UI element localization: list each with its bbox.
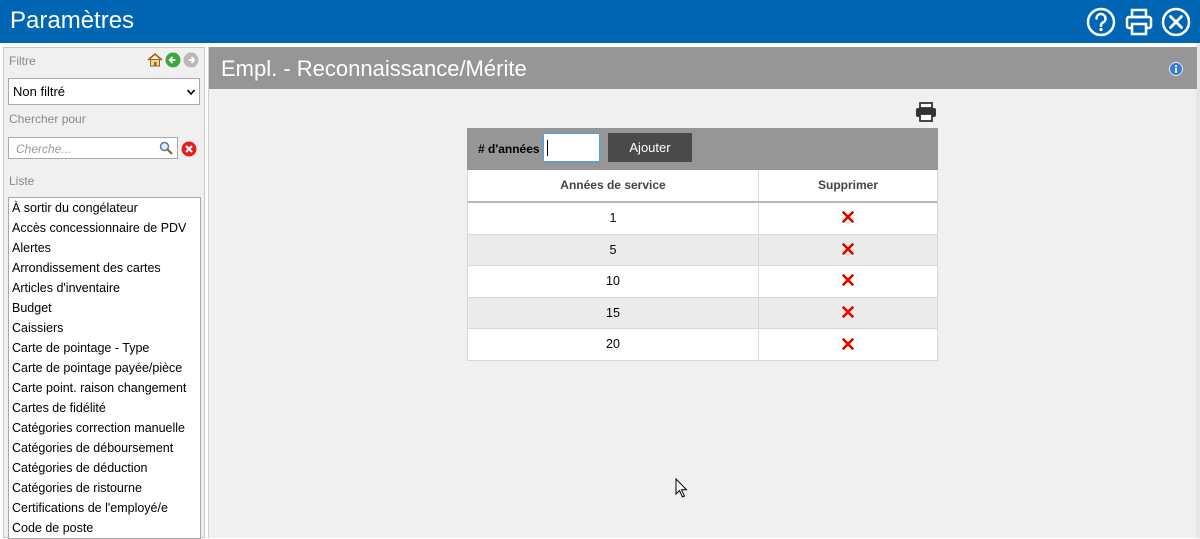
forward-arrow-icon[interactable] xyxy=(183,52,199,68)
table-header: Années de service Supprimer xyxy=(467,170,938,203)
column-header-delete: Supprimer xyxy=(817,178,878,192)
settings-list[interactable]: À sortir du congélateur Accès concession… xyxy=(8,197,201,539)
table-row[interactable]: 20 xyxy=(467,329,938,361)
years-cell: 20 xyxy=(468,329,759,361)
list-item[interactable]: Budget xyxy=(9,298,200,318)
table-row[interactable]: 10 xyxy=(467,266,938,298)
years-cell: 5 xyxy=(468,234,759,266)
delete-icon[interactable] xyxy=(842,337,854,350)
list-item[interactable]: Certifications de l'employé/e xyxy=(9,498,200,518)
delete-cell xyxy=(759,298,937,329)
window-edge xyxy=(1196,43,1200,538)
home-icon[interactable] xyxy=(147,52,163,68)
delete-icon[interactable] xyxy=(842,211,854,224)
page-title: Empl. - Reconnaissance/Mérite xyxy=(221,56,527,81)
search-placeholder: Cherche... xyxy=(16,142,72,156)
delete-cell xyxy=(759,329,937,360)
window-title: Paramètres xyxy=(10,7,135,34)
list-item[interactable]: Alertes xyxy=(9,238,200,258)
years-table: Années de service Supprimer 1 5 10 15 20 xyxy=(467,170,938,361)
print-icon[interactable] xyxy=(1124,7,1154,37)
mouse-cursor-icon xyxy=(675,478,688,498)
search-label: Chercher pour xyxy=(9,112,86,126)
years-cell: 10 xyxy=(468,266,759,298)
years-cell: 15 xyxy=(468,297,759,329)
clear-search-icon[interactable] xyxy=(181,141,197,157)
delete-cell xyxy=(759,235,937,266)
list-item[interactable]: Arrondissement des cartes xyxy=(9,258,200,278)
table-row[interactable]: 1 xyxy=(467,203,938,235)
title-bar: Paramètres xyxy=(0,0,1200,43)
delete-cell xyxy=(759,266,937,297)
close-icon[interactable] xyxy=(1161,7,1191,37)
main-panel: Empl. - Reconnaissance/Mérite # d'années… xyxy=(208,47,1197,538)
table-row[interactable]: 5 xyxy=(467,234,938,267)
filter-nav xyxy=(147,52,199,70)
search-input[interactable]: Cherche... xyxy=(8,137,178,159)
delete-icon[interactable] xyxy=(842,274,854,287)
sidebar: Filtre Non filtré Chercher pour Cherche.… xyxy=(3,47,205,539)
delete-icon[interactable] xyxy=(842,242,854,255)
list-label: Liste xyxy=(9,174,35,188)
section-header: Empl. - Reconnaissance/Mérite xyxy=(209,47,1197,89)
info-icon[interactable] xyxy=(1169,62,1183,76)
list-item[interactable]: Articles d'inventaire xyxy=(9,278,200,298)
years-input[interactable] xyxy=(543,133,600,162)
list-item[interactable]: Carte de pointage - Type xyxy=(9,338,200,358)
filter-label: Filtre xyxy=(9,54,36,68)
delete-icon[interactable] xyxy=(842,306,854,318)
delete-cell xyxy=(759,203,937,234)
list-item[interactable]: Catégories de déduction xyxy=(9,458,200,478)
search-icon[interactable] xyxy=(158,140,174,156)
add-button[interactable]: Ajouter xyxy=(608,133,692,162)
text-cursor xyxy=(547,140,548,156)
table-row[interactable]: 15 xyxy=(467,297,938,330)
back-arrow-icon[interactable] xyxy=(165,52,181,68)
list-item[interactable]: Catégories de déboursement xyxy=(9,438,200,458)
filter-select-value: Non filtré xyxy=(13,84,66,99)
years-label: # d'années xyxy=(478,142,540,156)
years-cell: 1 xyxy=(468,203,759,234)
list-item[interactable]: Caissiers xyxy=(9,318,200,338)
print-icon[interactable] xyxy=(915,102,937,122)
filter-select[interactable]: Non filtré xyxy=(8,78,200,105)
list-item[interactable]: Catégories de ristourne xyxy=(9,478,200,498)
list-item[interactable]: Cartes de fidélité xyxy=(9,398,200,418)
list-item[interactable]: Accès concessionnaire de PDV xyxy=(9,218,200,238)
list-item[interactable]: À sortir du congélateur xyxy=(9,198,200,218)
help-icon[interactable] xyxy=(1086,7,1116,37)
list-item[interactable]: Catégories correction manuelle xyxy=(9,418,200,438)
column-header-years[interactable]: Années de service xyxy=(468,170,759,201)
list-item[interactable]: Carte point. raison changement xyxy=(9,378,200,398)
chevron-down-icon xyxy=(187,89,195,96)
list-item[interactable]: Code de poste xyxy=(9,518,200,538)
list-item[interactable]: Carte de pointage payée/pièce xyxy=(9,358,200,378)
add-years-form: # d'années Ajouter xyxy=(467,128,938,170)
